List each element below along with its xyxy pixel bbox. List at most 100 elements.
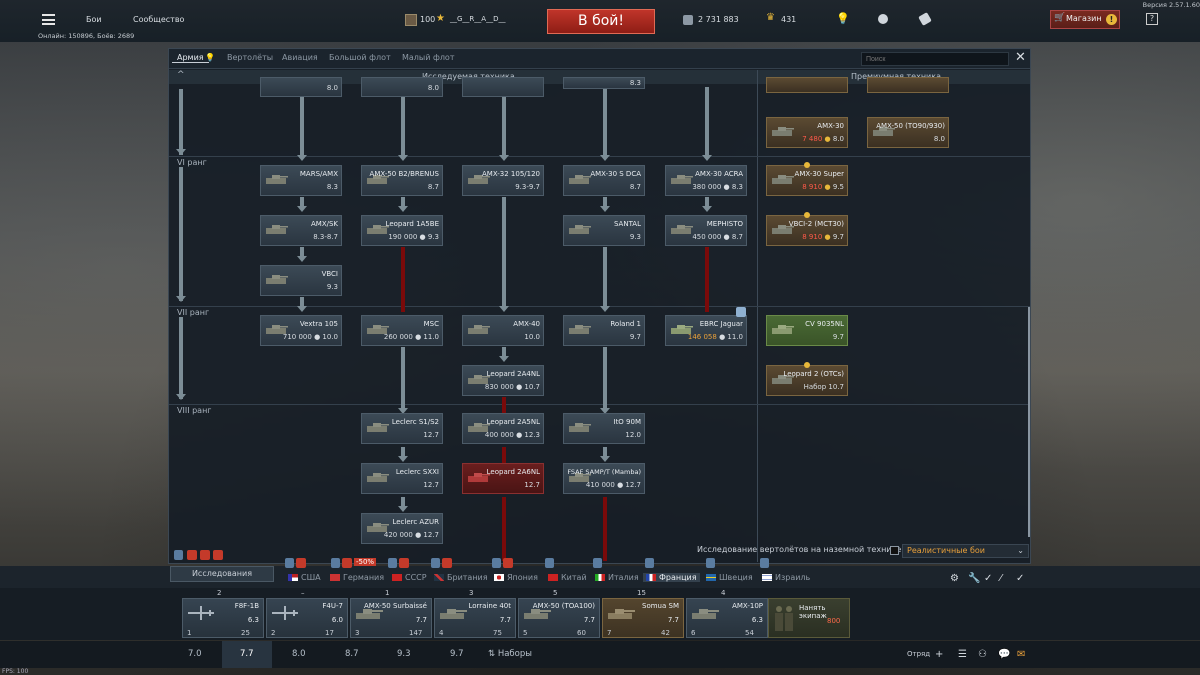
rank-label-7[interactable]: VII ранг	[177, 308, 209, 317]
avatar[interactable]	[405, 14, 417, 26]
crew-slot[interactable]: 3 Lorraine 40t 7.7 4 75	[434, 589, 516, 638]
game-mode-select[interactable]: Реалистичные бои ⌄	[902, 544, 1029, 558]
nation-usa[interactable]: США	[288, 573, 321, 582]
vehicle-card-leopard-2a5nl[interactable]: Leopard 2A5NL 400 000 ● 12.3	[462, 413, 544, 444]
vehicle-card-leopard-2a4nl[interactable]: Leopard 2A4NL 830 000 ● 10.7	[462, 365, 544, 396]
research-dropdown[interactable]: Исследования	[170, 566, 274, 582]
crew-slot-selected[interactable]: 15 Somua SM 7.7 7 42	[602, 589, 684, 638]
check-icon[interactable]: ✓	[984, 573, 992, 584]
br-button[interactable]: 7.0	[188, 649, 202, 659]
vehicle-card-santal[interactable]: SANTAL 9.3	[563, 215, 645, 246]
tab-aviation[interactable]: Авиация	[282, 53, 318, 62]
battles-menu[interactable]: Бои	[86, 15, 102, 24]
crew-slot[interactable]: 1 AMX-50 Surbaissé 7.7 3 147	[350, 589, 432, 638]
tab-helicopters[interactable]: Вертолёты	[227, 53, 273, 62]
chat-icon[interactable]: 💬	[998, 649, 1010, 660]
crew-slot[interactable]: 5 AMX-50 (TOA100) 7.7 5 60	[518, 589, 600, 638]
nation-status-icon	[593, 558, 602, 568]
vehicle-card-vbci2[interactable]: VBCI-2 (MCT30) 8 910 ● 9.7	[766, 212, 848, 246]
vehicle-card-amx32[interactable]: AMX-32 105/120 9.3-9.7	[462, 165, 544, 196]
vehicle-card[interactable]	[462, 77, 544, 97]
tab-coastal-fleet[interactable]: Малый флот	[402, 53, 454, 62]
mail-icon[interactable]: ✉	[1017, 649, 1025, 660]
vehicle-card-samp-mamba[interactable]: FSAF SAMP/T (Mamba) 410 000 ● 12.7	[563, 463, 645, 494]
crew-slot[interactable]: 4 AMX-10P 6.3 6 54	[686, 589, 768, 638]
vehicle-card-leclerc-azur[interactable]: Leclerc AZUR 420 000 ● 12.7	[361, 513, 443, 544]
scrollbar[interactable]	[1028, 307, 1030, 537]
vehicle-card-cv9035nl[interactable]: CV 9035NL 9.7	[766, 315, 848, 346]
vehicle-card-amx30-super[interactable]: AMX-30 Super 8 910 ● 9.5	[766, 162, 848, 196]
vehicle-card-vextra[interactable]: Vextra 105 710 000 ● 10.0	[260, 315, 342, 346]
vehicle-card-msc[interactable]: MSC 260 000 ● 11.0	[361, 315, 443, 346]
check-icon[interactable]: ✓	[1016, 573, 1024, 584]
vehicle-card-ebrc-jaguar[interactable]: EBRC Jaguar 146 058 ● 11.0	[665, 307, 747, 346]
rank-label-8[interactable]: VIII ранг	[177, 406, 212, 415]
vehicle-card[interactable]: 8.0	[260, 77, 342, 97]
vehicle-card-mars-amx[interactable]: MARS/AMX 8.3	[260, 165, 342, 196]
premium-account-icon[interactable]	[878, 14, 888, 24]
repair-all-icon[interactable]: ⁄	[1000, 573, 1002, 584]
player-name[interactable]: __G__R__A__D__	[450, 15, 505, 23]
vehicle-card-amx30[interactable]: AMX-30 7 480 ● 8.0	[766, 117, 848, 148]
vehicle-card-roland[interactable]: Roland 1 9.7	[563, 315, 645, 346]
battle-button[interactable]: В бой!	[547, 9, 655, 34]
br-button[interactable]: 9.3	[397, 649, 411, 659]
search-input[interactable]	[861, 52, 1009, 66]
vehicle-card[interactable]: 8.3	[563, 77, 645, 89]
gear-icon[interactable]: ⚙	[950, 573, 959, 584]
vehicle-card-amx-sk[interactable]: AMX/SK 8.3-8.7	[260, 215, 342, 246]
contacts-icon[interactable]: ⚇	[978, 649, 987, 660]
shop-button[interactable]: 🛒 Магазин !	[1050, 10, 1120, 29]
vehicle-card-leclerc-s1s2[interactable]: Leclerc S1/S2 12.7	[361, 413, 443, 444]
discount-icon	[399, 558, 409, 568]
nation-israel[interactable]: Израиль	[762, 573, 810, 582]
vehicle-card-leopard-1a5be[interactable]: Leopard 1A5BE 190 000 ● 9.3	[361, 215, 443, 246]
vehicle-card[interactable]	[766, 77, 848, 93]
lightbulb-icon[interactable]: 💡	[836, 12, 850, 25]
coupon-icon[interactable]	[918, 12, 932, 26]
br-button-active[interactable]: 7.7	[240, 649, 254, 659]
collapse-icon[interactable]: ^	[177, 70, 185, 80]
community-menu[interactable]: Сообщество	[133, 15, 184, 24]
vehicle-card-mephisto[interactable]: MEPHISTO 450 000 ● 8.7	[665, 215, 747, 246]
wrench-icon[interactable]: 🔧	[968, 573, 980, 584]
vehicle-card-amx30-acra[interactable]: AMX-30 ACRA 380 000 ● 8.3	[665, 165, 747, 196]
tab-bluewater-fleet[interactable]: Большой флот	[329, 53, 391, 62]
br-button[interactable]: 9.7	[450, 649, 464, 659]
menu-icon[interactable]	[42, 14, 55, 25]
vehicle-card-leclerc-sxxi[interactable]: Leclerc SXXI 12.7	[361, 463, 443, 494]
nation-italy[interactable]: Италия	[595, 573, 639, 582]
nation-japan[interactable]: Япония	[494, 573, 538, 582]
nation-britain[interactable]: Британия	[434, 573, 488, 582]
vehicle-card-amx30-sdca[interactable]: AMX-30 S DCA 8.7	[563, 165, 645, 196]
crew-slot[interactable]: – F4U-7 6.0 2 17	[266, 589, 348, 638]
tab-army[interactable]: Армия	[172, 53, 209, 63]
discount-badge: -50%	[354, 558, 377, 566]
br-button[interactable]: 8.0	[292, 649, 306, 659]
nation-sweden[interactable]: Швеция	[706, 573, 753, 582]
crew-slot[interactable]: 2 F8F-1B 6.3 1 25	[182, 589, 264, 638]
vehicle-card[interactable]: 8.0	[361, 77, 443, 97]
vehicle-card-leopard-2-otcs[interactable]: Leopard 2 (OTCs) Набор 10.7	[766, 362, 848, 396]
nation-france[interactable]: Франция	[643, 573, 700, 582]
vehicle-card-ito90m[interactable]: ItO 90M 12.0	[563, 413, 645, 444]
list-icon[interactable]: ☰	[958, 649, 967, 660]
heli-research-checkbox[interactable]	[890, 546, 899, 555]
presets-button[interactable]: ⇅ Наборы	[488, 649, 532, 659]
nation-china[interactable]: Китай	[548, 573, 587, 582]
help-button[interactable]: ?	[1146, 13, 1158, 25]
vehicle-card-amx40[interactable]: AMX-40 10.0	[462, 315, 544, 346]
br-button[interactable]: 8.7	[345, 649, 359, 659]
vehicle-card-leopard-2a6nl[interactable]: Leopard 2A6NL 12.7	[462, 463, 544, 494]
plus-icon[interactable]: +	[935, 649, 943, 660]
vehicle-card-vbci[interactable]: VBCI 9.3	[260, 265, 342, 296]
nation-ussr[interactable]: СССР	[392, 573, 427, 582]
close-icon[interactable]: ✕	[1015, 50, 1026, 65]
vehicle-card-amx50-b2[interactable]: AMX-50 B2/BRENUS 8.7	[361, 165, 443, 196]
nation-germany[interactable]: Германия	[330, 573, 384, 582]
vehicle-card[interactable]	[867, 77, 949, 93]
hire-crew-button[interactable]: Нанять экипаж 800	[768, 598, 850, 638]
vehicle-card-amx50-to90[interactable]: AMX-50 (TO90/930) 8.0	[867, 117, 949, 148]
rank-label-6[interactable]: VI ранг	[177, 158, 207, 167]
tree-arrow	[297, 155, 307, 161]
